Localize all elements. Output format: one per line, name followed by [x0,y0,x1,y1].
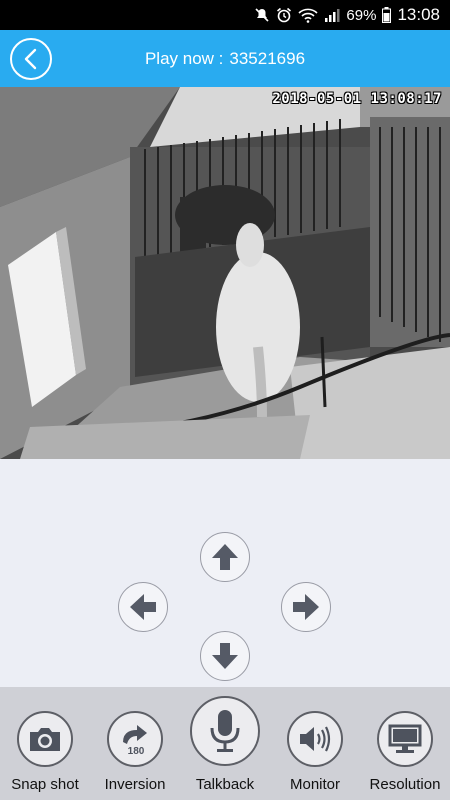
camera-icon [30,728,60,751]
pan-down-button[interactable] [200,631,250,681]
mute-icon [255,8,269,22]
pan-left-button[interactable] [118,582,168,632]
bottom-toolbar: Snap shot 180 Inversion Talkback Monitor… [0,687,450,800]
alarm-icon [277,7,292,23]
talkback-button-circle [190,696,260,766]
monitor-icon [388,724,422,753]
microphone-icon [210,710,240,752]
arrow-down-icon [212,643,238,669]
wifi-icon [298,8,318,23]
page-title: Play now : 33521696 [0,30,450,87]
clock: 13:08 [397,5,440,24]
monitor-button[interactable]: Monitor [270,687,360,800]
device-id: 33521696 [229,48,306,68]
status-bar: 69% 13:08 [0,0,450,30]
battery-icon [382,7,392,23]
speaker-icon [300,726,331,752]
rotate-180-icon: 180 [123,725,147,756]
back-icon [24,48,37,70]
pan-right-button[interactable] [281,582,331,632]
title-label: Play now : [144,48,224,68]
inversion-badge: 180 [128,746,145,756]
inversion-button[interactable]: 180 Inversion [90,687,180,800]
video-timestamp: 2018-05-01 13:08:17 [272,91,442,107]
back-button[interactable] [10,38,52,80]
inversion-button-circle: 180 [107,711,163,767]
snapshot-button[interactable]: Snap shot [0,687,90,800]
resolution-button[interactable]: Resolution [360,687,450,800]
app-header: Play now : 33521696 [0,30,450,87]
resolution-button-circle [377,711,433,767]
talkback-button[interactable]: Talkback [180,687,270,800]
talkback-label: Talkback [195,776,255,793]
signal-icon [325,9,340,22]
arrow-left-icon [130,594,156,620]
monitor-button-circle [287,711,343,767]
resolution-label: Resolution [369,776,441,793]
snapshot-button-circle [17,711,73,767]
battery-percent: 69% [346,6,377,24]
snapshot-label: Snap shot [11,776,79,793]
video-frame [0,87,450,459]
ptz-control-panel [0,459,450,687]
monitor-label: Monitor [289,776,341,793]
pan-up-button[interactable] [200,532,250,582]
status-icons: 69% 13:08 [254,0,440,30]
inversion-label: Inversion [104,776,166,793]
camera-video-feed[interactable]: 2018-05-01 13:08:17 [0,87,450,459]
arrow-up-icon [212,544,238,570]
arrow-right-icon [293,594,319,620]
